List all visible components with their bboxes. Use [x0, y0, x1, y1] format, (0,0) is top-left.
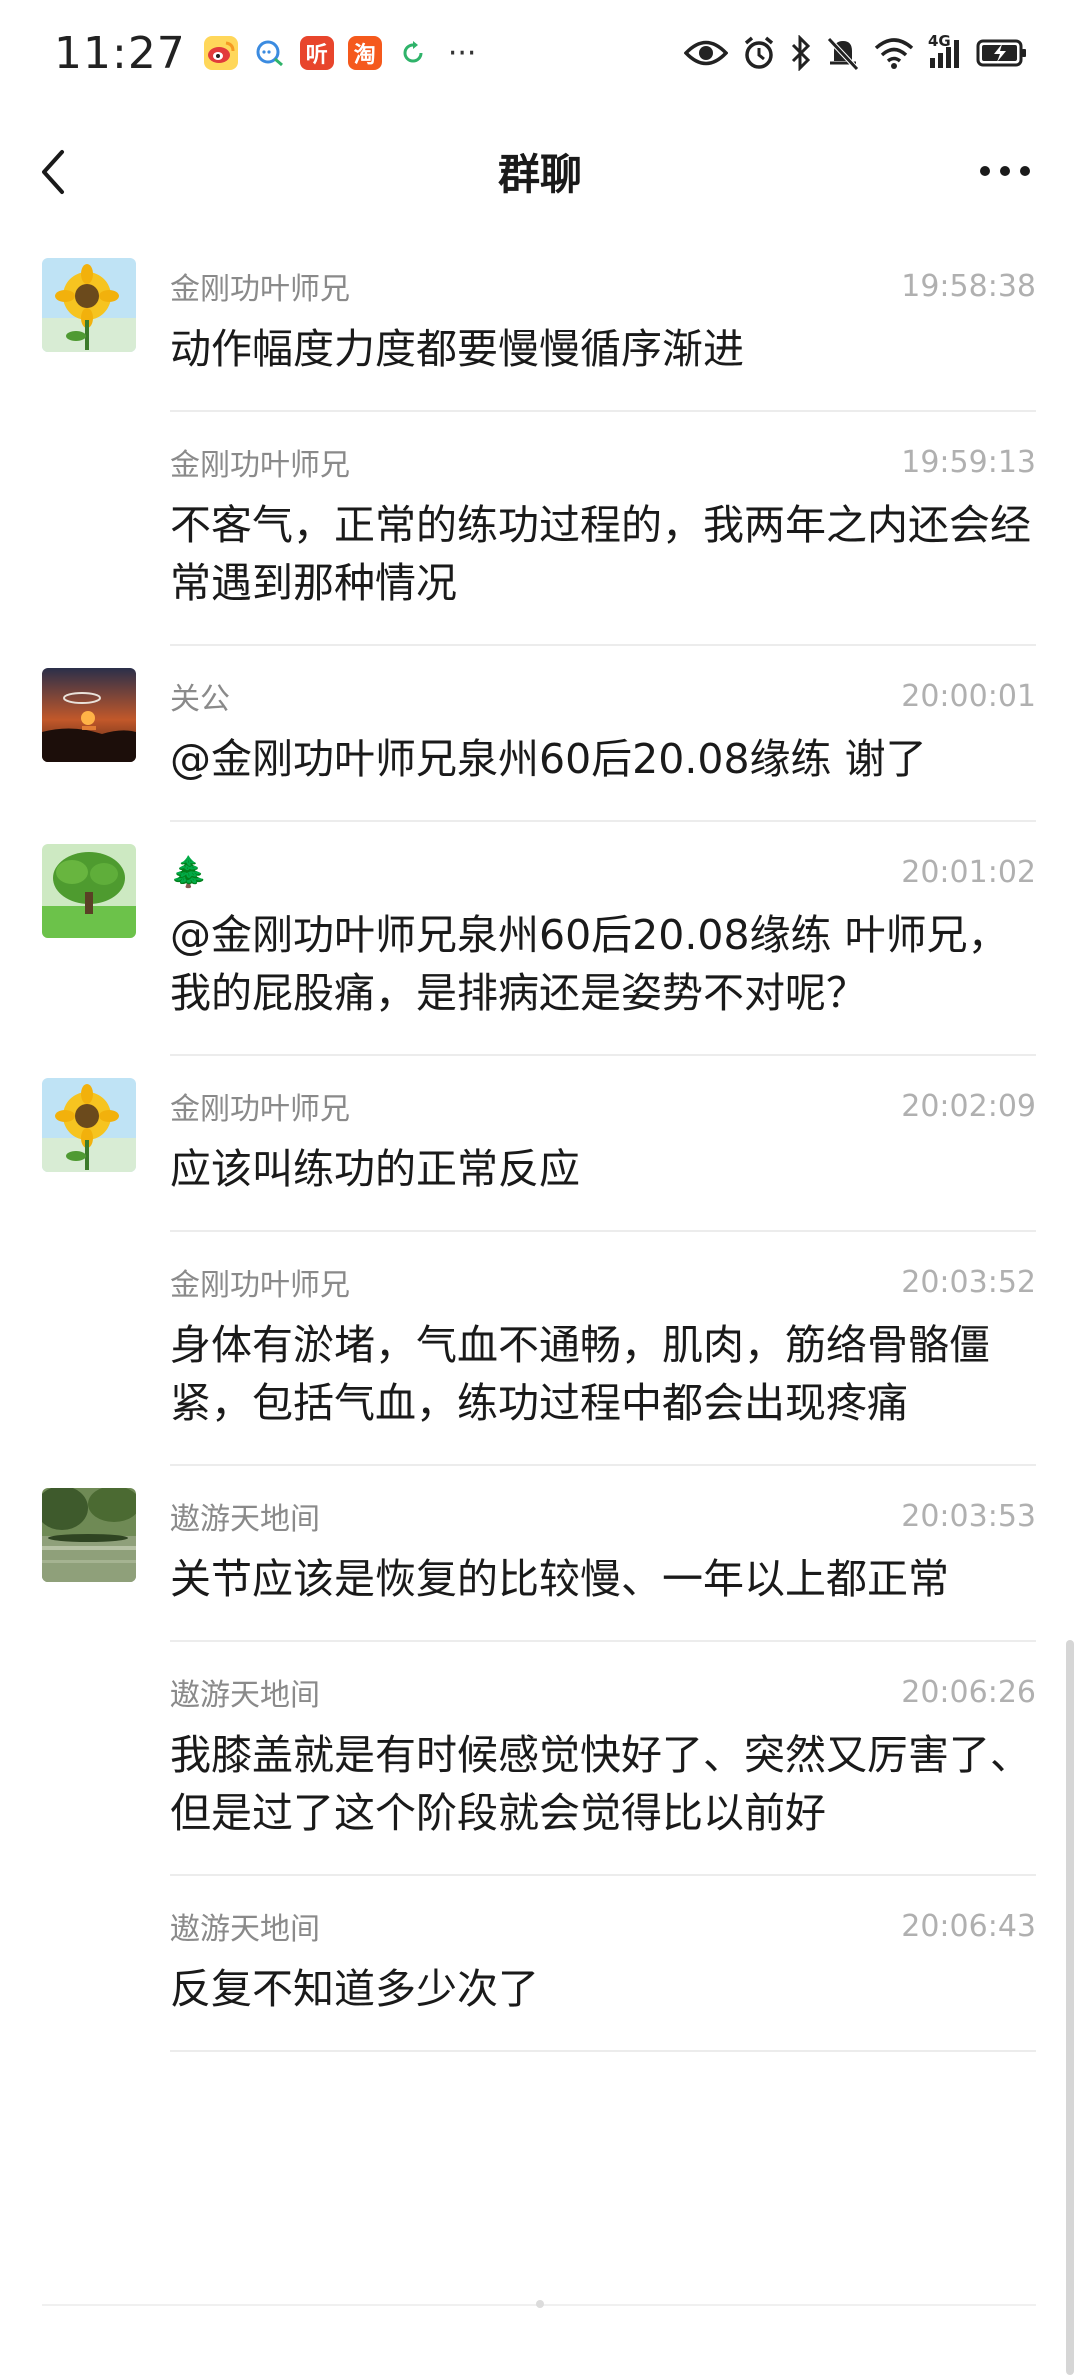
nav-bar: 群聊: [0, 106, 1080, 236]
message-sender: 金刚功叶师兄: [170, 1092, 350, 1127]
message-time: 19:58:38: [901, 268, 1036, 304]
message-sender: 金刚功叶师兄: [170, 1268, 350, 1303]
message-time: 20:02:09: [901, 1088, 1036, 1124]
avatar[interactable]: [42, 844, 136, 938]
chat-bubble-icon: [252, 36, 286, 70]
message-sender: 关公: [170, 682, 230, 717]
cellular-signal-icon: 4G: [928, 32, 962, 70]
scrollbar[interactable]: [1066, 1640, 1074, 2375]
message-list[interactable]: 金刚功叶师兄 19:58:38 动作幅度力度都要慢慢循序渐进 金刚功叶师兄 19…: [0, 236, 1080, 2052]
message-sender: 金刚功叶师兄: [170, 272, 350, 307]
more-options-button[interactable]: [980, 156, 1040, 186]
message-item[interactable]: 金刚功叶师兄 19:59:13 不客气，正常的练功过程的，我两年之内还会经常遇到…: [42, 412, 1036, 646]
message-text: @金刚功叶师兄泉州60后20.08缘练 叶师兄，我的屁股痛，是排病还是姿势不对呢…: [170, 911, 1009, 1017]
message-time: 20:06:26: [901, 1674, 1036, 1710]
more-dot-icon: [1000, 166, 1010, 176]
message-item[interactable]: 🌲 20:01:02 @金刚功叶师兄泉州60后20.08缘练 叶师兄，我的屁股痛…: [42, 822, 1036, 1056]
back-button[interactable]: [34, 144, 74, 200]
sunset-avatar-icon: [42, 668, 136, 762]
message-text: 应该叫练功的正常反应: [170, 1145, 580, 1193]
status-time: 11:27: [54, 27, 186, 79]
message-sender: 遨游天地间: [170, 1912, 320, 1947]
message-time: 20:00:01: [901, 678, 1036, 714]
message-sender: 金刚功叶师兄: [170, 448, 350, 483]
avatar[interactable]: [42, 1078, 136, 1172]
avatar[interactable]: [42, 1488, 136, 1582]
status-indicators: 4G: [684, 32, 1028, 71]
sunflower-avatar-icon: [42, 1078, 136, 1172]
message-text: @金刚功叶师兄泉州60后20.08缘练 谢了: [170, 735, 927, 783]
message-text: 我膝盖就是有时候感觉快好了、突然又厉害了、但是过了这个阶段就会觉得比以前好: [170, 1731, 1031, 1837]
message-time: 20:06:43: [901, 1908, 1036, 1944]
message-sender: 遨游天地间: [170, 1502, 320, 1537]
listen-app-icon: 听: [299, 36, 334, 70]
message-time: 20:01:02: [901, 854, 1036, 890]
mute-bell-icon: [827, 37, 859, 71]
avatar[interactable]: [42, 668, 136, 762]
more-dot-icon: [980, 166, 990, 176]
message-item[interactable]: 遨游天地间 20:06:26 我膝盖就是有时候感觉快好了、突然又厉害了、但是过了…: [42, 1642, 1036, 1876]
message-item[interactable]: 金刚功叶师兄 20:03:52 身体有淤堵，气血不通畅，肌肉，筋络骨骼僵紧，包括…: [42, 1232, 1036, 1466]
avatar[interactable]: [42, 258, 136, 352]
battery-charging-icon: [976, 39, 1026, 67]
message-time: 20:03:52: [901, 1264, 1036, 1300]
wifi-icon: [874, 38, 914, 69]
chevron-left-icon: [42, 150, 64, 194]
message-item[interactable]: 金刚功叶师兄 20:02:09 应该叫练功的正常反应: [42, 1056, 1036, 1232]
message-time: 20:03:53: [901, 1498, 1036, 1534]
message-time: 19:59:13: [901, 444, 1036, 480]
page-title: 群聊: [497, 149, 582, 199]
message-text: 不客气，正常的练功过程的，我两年之内还会经常遇到那种情况: [170, 501, 1031, 607]
message-item[interactable]: 遨游天地间 20:06:43 反复不知道多少次了: [42, 1876, 1036, 2052]
pond-avatar-icon: [42, 1488, 136, 1582]
taobao-icon: 淘: [347, 36, 382, 70]
more-notifications-icon: ···: [447, 35, 477, 71]
bluetooth-icon: [791, 35, 811, 71]
more-dot-icon: [1020, 166, 1030, 176]
status-app-icons: 听 淘 ···: [203, 35, 477, 71]
weibo-icon: [203, 36, 238, 70]
status-bar: 11:27 听 淘 ··· 4G: [0, 0, 1080, 106]
message-sender: 🌲: [170, 854, 208, 890]
message-text: 关节应该是恢复的比较慢、一年以上都正常: [170, 1555, 949, 1603]
message-sender: 遨游天地间: [170, 1678, 320, 1713]
refresh-icon: [396, 36, 430, 70]
message-text: 身体有淤堵，气血不通畅，肌肉，筋络骨骼僵紧，包括气血，练功过程中都会出现疼痛: [170, 1321, 990, 1427]
message-text: 动作幅度力度都要慢慢循序渐进: [170, 325, 744, 373]
alarm-icon: [744, 36, 774, 69]
message-item[interactable]: 遨游天地间 20:03:53 关节应该是恢复的比较慢、一年以上都正常: [42, 1466, 1036, 1642]
page-indicator-dot: [536, 2300, 544, 2308]
message-item[interactable]: 关公 20:00:01 @金刚功叶师兄泉州60后20.08缘练 谢了: [42, 646, 1036, 822]
message-item[interactable]: 金刚功叶师兄 19:58:38 动作幅度力度都要慢慢循序渐进: [42, 236, 1036, 412]
tree-avatar-icon: [42, 844, 136, 938]
message-text: 反复不知道多少次了: [170, 1965, 539, 2013]
sunflower-avatar-icon: [42, 258, 136, 352]
eye-icon: [684, 40, 728, 66]
